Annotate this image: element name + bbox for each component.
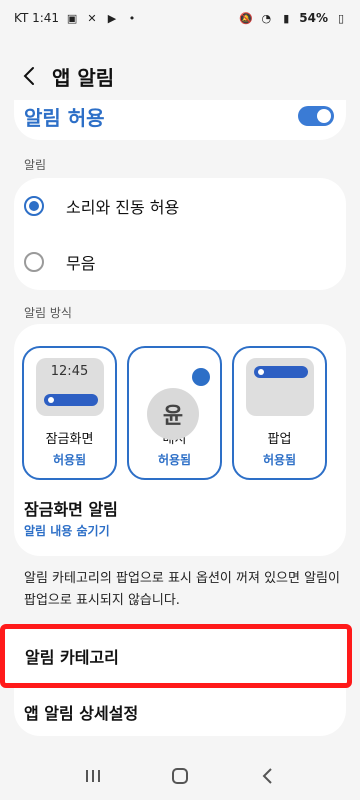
call-missed-icon: ✕ xyxy=(87,11,97,25)
notification-categories-row[interactable]: 알림 카테고리 xyxy=(0,624,352,688)
style-lock-screen[interactable]: 12:45 잠금화면 허용됨 xyxy=(22,346,117,480)
style-options: 12:45 잠금화면 허용됨 윤 배지 허용됨 팝업 xyxy=(22,346,327,480)
header: 앱 알림 xyxy=(0,54,360,98)
back-nav-icon xyxy=(262,768,272,784)
info-text: 알림 카테고리의 팝업으로 표시 옵션이 꺼져 있으면 알림이 팝업으로 표시되… xyxy=(24,571,340,608)
gallery-icon: ▣ xyxy=(66,11,78,25)
allow-notifications-label: 알림 허용 xyxy=(24,105,105,130)
badge-dot-icon xyxy=(192,368,210,386)
youtube-icon: ▶ xyxy=(107,11,117,25)
alert-option-label: 무음 xyxy=(66,254,96,273)
lock-screen-notifications-title[interactable]: 잠금화면 알림 xyxy=(24,496,118,520)
page-title: 앱 알림 xyxy=(52,65,115,90)
signal-icon: ▮ xyxy=(283,11,290,25)
popup-preview xyxy=(245,358,314,416)
lock-screen-notifications-subtitle: 알림 내용 숨기기 xyxy=(24,524,110,538)
back-arrow-icon xyxy=(23,67,34,85)
style-name: 팝업 xyxy=(267,432,292,447)
alert-option-label: 소리와 진동 허용 xyxy=(66,198,180,217)
screen: KT 1:41 ▣ ✕ ▶ • 🔕 ◔ ▮ 54% ▯ 앱 알림 알림 허용 알… xyxy=(0,0,360,800)
status-left: KT 1:41 ▣ ✕ ▶ • xyxy=(14,11,139,25)
allow-notifications-row[interactable]: 알림 허용 xyxy=(14,100,346,140)
home-icon xyxy=(171,768,188,784)
style-popup[interactable]: 팝업 허용됨 xyxy=(232,346,327,480)
more-dot-icon: • xyxy=(128,11,136,25)
preview-time: 12:45 xyxy=(50,364,89,379)
radio-selected[interactable] xyxy=(24,196,44,216)
back-button[interactable] xyxy=(14,61,44,91)
alert-option-silent[interactable]: 무음 xyxy=(24,234,336,290)
preview-dot xyxy=(257,369,264,375)
mute-icon: 🔕 xyxy=(239,11,254,25)
app-notification-detail-row[interactable]: 앱 알림 상세설정 xyxy=(14,688,346,736)
recent-apps-icon xyxy=(86,770,101,782)
lock-screen-preview: 12:45 xyxy=(35,358,104,416)
carrier-time: KT 1:41 xyxy=(14,11,60,25)
back-nav-button[interactable] xyxy=(249,758,285,794)
style-status: 허용됨 xyxy=(157,453,192,467)
battery-level: 54% xyxy=(299,11,328,25)
app-notification-detail-label: 앱 알림 상세설정 xyxy=(24,704,139,723)
style-name: 잠금화면 xyxy=(45,432,94,447)
wifi-icon: ◔ xyxy=(261,11,272,25)
home-button[interactable] xyxy=(162,758,198,794)
allow-notifications-toggle[interactable] xyxy=(298,106,334,126)
recent-apps-button[interactable] xyxy=(75,758,111,794)
notification-categories-label: 알림 카테고리 xyxy=(25,648,119,667)
battery-icon: ▯ xyxy=(337,11,345,25)
radio-unselected[interactable] xyxy=(24,252,44,272)
navigation-bar xyxy=(0,752,360,800)
alerts-section-label: 알림 xyxy=(24,158,47,172)
notification-style-card: 12:45 잠금화면 허용됨 윤 배지 허용됨 팝업 xyxy=(14,324,346,556)
style-status: 허용됨 xyxy=(52,453,87,467)
alert-options-card: 소리와 진동 허용 무음 xyxy=(14,178,346,290)
status-bar: KT 1:41 ▣ ✕ ▶ • 🔕 ◔ ▮ 54% ▯ xyxy=(0,0,360,36)
status-right: 🔕 ◔ ▮ 54% ▯ xyxy=(239,11,348,25)
alert-option-sound-vibrate[interactable]: 소리와 진동 허용 xyxy=(24,178,336,234)
badge-app-icon: 윤 xyxy=(147,388,199,440)
style-badge[interactable]: 윤 배지 허용됨 xyxy=(127,346,222,480)
style-section-label: 알림 방식 xyxy=(24,306,72,320)
preview-dot xyxy=(47,397,54,403)
style-status: 허용됨 xyxy=(262,453,297,467)
